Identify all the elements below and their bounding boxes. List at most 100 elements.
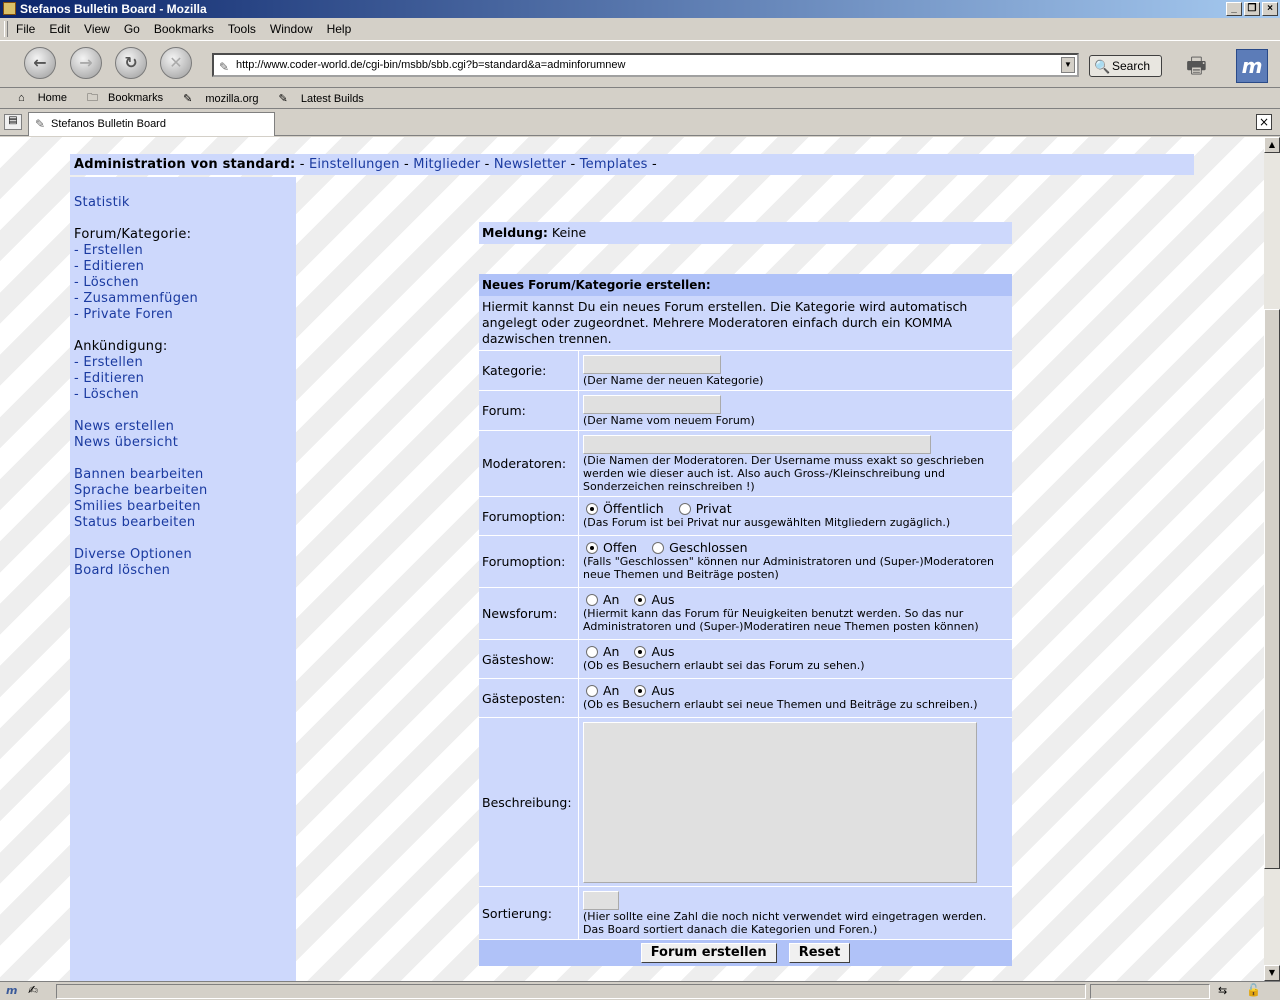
menu-go[interactable]: Go — [122, 22, 142, 36]
stop-button[interactable]: ✕ — [160, 47, 192, 79]
back-button[interactable]: ← — [24, 47, 56, 79]
link-icon: ✎ — [183, 92, 196, 105]
scroll-down-button[interactable]: ▼ — [1264, 965, 1280, 981]
forum-input[interactable] — [583, 395, 721, 414]
online-status-icon[interactable]: ⇆ — [1218, 984, 1227, 997]
sidebar-link-forum-erstellen[interactable]: - Erstellen — [74, 243, 296, 259]
bookmark-mozilla-org[interactable]: ✎ mozilla.org — [183, 92, 268, 105]
close-tab-button[interactable]: × — [1256, 114, 1272, 130]
radio-gaesteshow-an[interactable] — [586, 645, 598, 658]
kategorie-input[interactable] — [583, 355, 721, 374]
sidebar-link-diverse-optionen[interactable]: Diverse Optionen — [74, 547, 296, 563]
menu-view[interactable]: View — [82, 22, 112, 36]
menu-window[interactable]: Window — [268, 22, 315, 36]
radio-geschlossen[interactable] — [652, 541, 665, 554]
radio-gaesteposten-aus[interactable] — [634, 684, 647, 697]
vertical-scrollbar[interactable]: ▲ ▼ — [1264, 137, 1280, 981]
personal-toolbar: ⌂ Home 🗀 Bookmarks ✎ mozilla.org ✎ Latest… — [0, 88, 1280, 109]
new-tab-icon[interactable]: ▤ — [4, 114, 22, 130]
radio-label-gaesteposten-aus: Aus — [651, 683, 675, 698]
nav-link-templates[interactable]: Templates — [580, 157, 648, 172]
label-moderatoren: Moderatoren: — [479, 431, 579, 496]
url-bar[interactable]: ✎ http://www.coder-world.de/cgi-bin/msbb… — [212, 53, 1079, 77]
sidebar-link-statistik[interactable]: Statistik — [74, 195, 296, 211]
url-dropdown-button[interactable]: ▼ — [1061, 57, 1075, 73]
help-newsforum: (Hiermit kann das Forum für Neuigkeiten … — [583, 607, 979, 633]
label-gaesteshow: Gästeshow: — [479, 640, 579, 678]
radio-gaesteposten-an[interactable] — [586, 684, 598, 697]
bookmark-folder-bookmarks[interactable]: 🗀 Bookmarks — [87, 89, 173, 108]
radio-gaesteshow-aus[interactable] — [634, 645, 647, 658]
sidebar-link-forum-editieren[interactable]: - Editieren — [74, 259, 296, 275]
radio-label-gaesteshow-an: An — [603, 644, 620, 659]
stop-icon: ✕ — [169, 53, 183, 72]
sidebar-link-ank-loeschen[interactable]: - Löschen — [74, 387, 296, 403]
menu-file[interactable]: File — [14, 22, 37, 36]
nav-link-newsletter[interactable]: Newsletter — [494, 157, 566, 172]
form-intro: Hiermit kannst Du ein neues Forum erstel… — [479, 296, 1012, 351]
nav-separator: - — [404, 157, 409, 172]
help-gaesteposten: (Ob es Besuchern erlaubt sei neue Themen… — [583, 698, 978, 711]
help-moderatoren: (Die Namen der Moderatoren. Der Username… — [583, 454, 985, 493]
label-kategorie: Kategorie: — [479, 351, 579, 390]
forward-button[interactable]: → — [70, 47, 102, 79]
reload-button[interactable]: ↻ — [115, 47, 147, 79]
menu-help[interactable]: Help — [325, 22, 354, 36]
sidebar-link-board-loeschen[interactable]: Board löschen — [74, 563, 296, 579]
scroll-thumb[interactable] — [1264, 309, 1280, 869]
sidebar-link-status[interactable]: Status bearbeiten — [74, 515, 296, 531]
radio-privat[interactable] — [678, 502, 691, 515]
form-button-row: Forum erstellen Reset — [479, 940, 1012, 966]
window-title-bar: Stefanos Bulletin Board - Mozilla _ ❐ × — [0, 0, 1280, 18]
row-newsforum: Newsforum: An Aus (Hiermit kann das Foru… — [479, 588, 1012, 640]
reset-button[interactable]: Reset — [788, 943, 851, 963]
bookmark-mozilla-label: mozilla.org — [205, 92, 259, 105]
menu-bookmarks[interactable]: Bookmarks — [152, 22, 216, 36]
sidebar-link-news-erstellen[interactable]: News erstellen — [74, 419, 296, 435]
search-button[interactable]: 🔍 Search — [1089, 55, 1162, 77]
nav-separator: - — [570, 157, 576, 172]
sidebar-heading-forum: Forum/Kategorie: — [74, 227, 192, 242]
radio-oeffentlich[interactable] — [586, 502, 598, 515]
moderatoren-input[interactable] — [583, 435, 931, 454]
radio-offen[interactable] — [586, 541, 598, 554]
menu-edit[interactable]: Edit — [47, 22, 72, 36]
sidebar-link-private-foren[interactable]: - Private Foren — [74, 307, 296, 323]
search-icon: 🔍 — [1094, 59, 1111, 74]
sidebar-link-ank-editieren[interactable]: - Editieren — [74, 371, 296, 387]
scroll-up-button[interactable]: ▲ — [1264, 137, 1280, 153]
radio-newsforum-an[interactable] — [586, 593, 598, 606]
sidebar-link-sprache[interactable]: Sprache bearbeiten — [74, 483, 296, 499]
row-beschreibung: Beschreibung: — [479, 718, 1012, 887]
mozilla-status-icon[interactable]: m — [6, 984, 17, 997]
tab-stefanos-bulletin-board[interactable]: ✎ Stefanos Bulletin Board — [28, 112, 275, 136]
sidebar-link-forum-loeschen[interactable]: - Löschen — [74, 275, 296, 291]
sortierung-input[interactable] — [583, 891, 619, 910]
sidebar-link-smilies[interactable]: Smilies bearbeiten — [74, 499, 296, 515]
progress-area — [1090, 984, 1210, 999]
status-text-area — [56, 984, 1086, 999]
radio-newsforum-aus[interactable] — [634, 593, 647, 606]
menu-tools[interactable]: Tools — [226, 22, 258, 36]
nav-link-mitglieder[interactable]: Mitglieder — [413, 157, 480, 172]
print-icon[interactable]: 🖶 — [1186, 49, 1207, 87]
radio-label-offen: Offen — [603, 540, 638, 555]
mozilla-throbber-icon[interactable]: m — [1236, 49, 1268, 83]
composer-icon[interactable]: ✍ — [28, 983, 38, 997]
beschreibung-textarea[interactable] — [583, 722, 977, 883]
bookmark-latest-builds[interactable]: ✎ Latest Builds — [279, 92, 374, 105]
minimize-button[interactable]: _ — [1226, 2, 1242, 16]
sidebar-link-ank-erstellen[interactable]: - Erstellen — [74, 355, 296, 371]
close-window-button[interactable]: × — [1262, 2, 1278, 16]
nav-link-einstellungen[interactable]: Einstellungen — [309, 157, 400, 172]
sidebar-link-news-uebersicht[interactable]: News übersicht — [74, 435, 296, 451]
forum-erstellen-button[interactable]: Forum erstellen — [640, 943, 777, 963]
sidebar-link-forum-zusammenfuegen[interactable]: - Zusammenfügen — [74, 291, 296, 307]
security-lock-icon[interactable]: 🔓 — [1246, 983, 1261, 997]
bookmark-home[interactable]: ⌂ Home — [18, 92, 77, 104]
message-bar: Meldung: Keine — [479, 222, 1012, 244]
admin-top-nav: Administration von standard: - Einstellu… — [70, 154, 1194, 175]
sidebar-link-bannen[interactable]: Bannen bearbeiten — [74, 467, 296, 483]
form-title: Neues Forum/Kategorie erstellen: — [479, 274, 1012, 296]
maximize-button[interactable]: ❐ — [1244, 2, 1260, 16]
